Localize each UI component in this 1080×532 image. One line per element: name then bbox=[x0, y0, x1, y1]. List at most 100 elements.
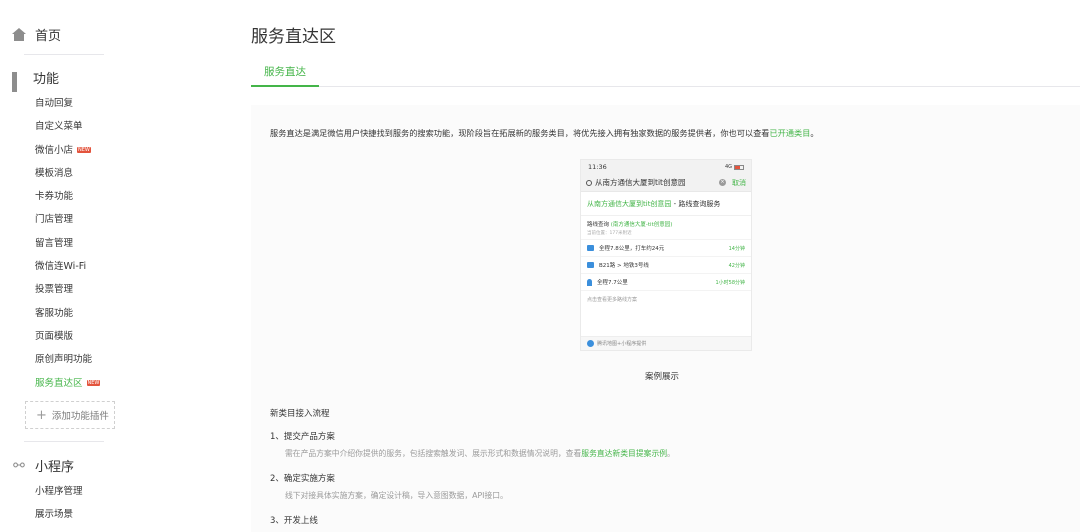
sidebar-item-label: 原创声明功能 bbox=[35, 354, 93, 366]
sidebar-item-wifi[interactable]: 微信连Wi-Fi bbox=[35, 255, 100, 278]
phone-row-text: 全程7.7公里 bbox=[597, 280, 628, 286]
phone-signal: 4G bbox=[724, 164, 732, 170]
sidebar-item-label: 自动回复 bbox=[35, 98, 74, 109]
sidebar-item-auto-reply[interactable]: 自动回复 bbox=[35, 92, 100, 115]
step-title: 3、开发上线 bbox=[270, 516, 318, 526]
sidebar-item-label: 投票管理 bbox=[35, 284, 74, 296]
signal-icon: 4G bbox=[725, 164, 744, 170]
sidebar-item-page-templates[interactable]: 页面模版 bbox=[35, 325, 100, 348]
phone-time: 11:36 bbox=[588, 163, 607, 171]
phone-route-row: B21路 > 地铁3号线 42分钟 bbox=[581, 256, 751, 273]
sidebar-item-label: 留言管理 bbox=[35, 237, 74, 249]
phone-card-title: 从南方通信大厦到tit创意园 - 路线查询服务 bbox=[581, 192, 751, 216]
phone-card-title-rest: - 路线查询服务 bbox=[671, 200, 721, 208]
nav-features-label: 功能 bbox=[33, 72, 60, 87]
sidebar-item-custom-menu[interactable]: 自定义菜单 bbox=[35, 115, 100, 138]
step-title: 2、确定实施方案 bbox=[270, 474, 335, 484]
sidebar-item-voting[interactable]: 投票管理 bbox=[35, 278, 100, 301]
sidebar-item-template-message[interactable]: 模板消息 bbox=[35, 162, 100, 185]
step-desc-text: 线下对接具体实施方案，确定设计稿，导入意图数据，API接口。 bbox=[285, 491, 508, 500]
sidebar-item-original-declaration[interactable]: 原创声明功能 bbox=[35, 348, 100, 371]
phone-cancel: 取消 bbox=[732, 178, 746, 187]
page-title: 服务直达区 bbox=[251, 27, 336, 47]
sidebar-item-label: 微信连Wi-Fi bbox=[35, 261, 87, 273]
sidebar-item-wechat-store[interactable]: 微信小店 NEW bbox=[35, 139, 100, 162]
feature-list: 自动回复 自定义菜单 微信小店 NEW 模板消息 卡券功能 门店管理 留言管理 微… bbox=[35, 92, 101, 395]
nav-miniprogram-label: 小程序 bbox=[35, 460, 75, 475]
new-badge: NEW bbox=[77, 147, 91, 154]
plus-icon: + bbox=[36, 407, 47, 423]
phone-query: 从南方通信大厦到tit创意园 bbox=[595, 178, 686, 187]
sidebar-item-comments[interactable]: 留言管理 bbox=[35, 232, 100, 255]
phone-status-bar: 11:36 4G bbox=[581, 160, 751, 174]
add-plugin-label: 添加功能插件 bbox=[51, 411, 109, 422]
sidebar-item-service-direct[interactable]: 服务直达区 NEW bbox=[35, 372, 101, 395]
sidebar-item-label: 展示场景 bbox=[35, 509, 74, 521]
search-icon bbox=[586, 179, 592, 186]
sidebar-item-store-management[interactable]: 门店管理 bbox=[35, 208, 100, 231]
phone-card-title-green: 从南方通信大厦到tit创意园 bbox=[587, 200, 672, 208]
phone-row-time: 14分钟 bbox=[728, 245, 745, 252]
sidebar-item-label: 卡券功能 bbox=[35, 191, 74, 203]
home-icon bbox=[12, 27, 26, 42]
sidebar-item-label: 自定义菜单 bbox=[35, 121, 83, 133]
proposal-example-link[interactable]: 服务直达新类目提案示例 bbox=[581, 449, 667, 458]
sidebar-item-label: 客服功能 bbox=[35, 307, 74, 319]
sidebar-item-customer-service[interactable]: 客服功能 bbox=[35, 302, 100, 325]
sidebar: 首页 功能 自动回复 自定义菜单 微信小店 NEW 模板消息 卡券功能 门店管理 … bbox=[0, 0, 232, 532]
nav-home[interactable]: 首页 bbox=[12, 25, 61, 44]
phone-more-routes: 点击查看更多路线方案 bbox=[581, 290, 751, 309]
sidebar-item-label: 小程序管理 bbox=[35, 486, 83, 497]
sidebar-item-label: 服务直达区 bbox=[35, 377, 83, 389]
step-desc-end: 。 bbox=[667, 449, 675, 458]
nav-miniprogram[interactable]: ⚯ 小程序 bbox=[12, 456, 75, 476]
divider bbox=[24, 441, 104, 442]
intro-end: 。 bbox=[810, 128, 819, 138]
phone-footer: 腾讯地图+小程序提供 bbox=[581, 336, 751, 350]
nav-home-label: 首页 bbox=[35, 29, 62, 44]
step-desc: 线下对接具体实施方案，确定设计稿，导入意图数据，API接口。 bbox=[285, 490, 508, 501]
flow-title: 新类目接入流程 bbox=[270, 409, 330, 419]
phone-mockup-image: 11:36 4G 从南方通信大厦到tit创意园 × 取消 从南方通信大厦到tit… bbox=[580, 159, 752, 351]
bus-icon bbox=[587, 262, 594, 268]
divider bbox=[24, 54, 104, 55]
nav-features[interactable]: 功能 bbox=[12, 68, 60, 92]
phone-route-value: (南方通信大厦-tit创意园) bbox=[610, 222, 673, 228]
sidebar-item-label: 页面模版 bbox=[35, 330, 74, 342]
phone-row-text: 全程7.8公里，打车约24元 bbox=[599, 246, 665, 252]
step-desc: 需在产品方案中介绍你提供的服务，包括搜索触发词、展示形式和数据情况说明，查看服务… bbox=[285, 448, 675, 459]
phone-row-text: B21路 > 地铁3号线 bbox=[599, 263, 649, 269]
phone-route-row: 全程7.8公里，打车约24元 14分钟 bbox=[581, 239, 751, 256]
phone-route-info: 路线查询 (南方通信大厦-tit创意园) 当前位置：177米附近 bbox=[581, 216, 751, 239]
intro-body: 服务直达是满足微信用户快捷找到服务的搜索功能，现阶段旨在拓展新的服务类目，将优先… bbox=[270, 128, 770, 138]
image-caption: 案例展示 bbox=[645, 372, 680, 382]
clear-icon: × bbox=[719, 179, 726, 186]
phone-search-bar: 从南方通信大厦到tit创意园 × 取消 bbox=[581, 174, 751, 192]
intro-text: 服务直达是满足微信用户快捷找到服务的搜索功能，现阶段旨在拓展新的服务类目，将优先… bbox=[270, 127, 819, 139]
sidebar-item-display-scenes[interactable]: 展示场景 bbox=[35, 503, 83, 526]
phone-route-label: 路线查询 bbox=[587, 222, 610, 228]
grid-icon bbox=[12, 71, 24, 92]
add-plugin-button[interactable]: + 添加功能插件 bbox=[25, 401, 115, 429]
step-desc-text: 需在产品方案中介绍你提供的服务，包括搜索触发词、展示形式和数据情况说明，查看 bbox=[285, 449, 582, 458]
step-title: 1、提交产品方案 bbox=[270, 432, 335, 442]
phone-route-sub: 当前位置：177米附近 bbox=[587, 231, 632, 236]
sidebar-item-label: 微信小店 bbox=[35, 144, 74, 156]
content-area: 服务直达是满足微信用户快捷找到服务的搜索功能，现阶段旨在拓展新的服务类目，将优先… bbox=[251, 105, 1080, 532]
phone-route-row: 全程7.7公里 1小时58分钟 bbox=[581, 273, 751, 290]
tab-bar: 服务直达 bbox=[251, 60, 1080, 87]
sidebar-item-label: 模板消息 bbox=[35, 167, 74, 179]
sidebar-item-miniprogram-management[interactable]: 小程序管理 bbox=[35, 480, 83, 503]
opened-categories-link[interactable]: 已开通类目 bbox=[769, 128, 810, 138]
taxi-icon bbox=[587, 245, 594, 251]
tab-service-direct[interactable]: 服务直达 bbox=[251, 60, 319, 87]
link-icon: ⚯ bbox=[13, 457, 25, 474]
map-logo-icon bbox=[587, 340, 594, 347]
main-panel: 服务直达区 服务直达 服务直达是满足微信用户快捷找到服务的搜索功能，现阶段旨在拓… bbox=[232, 0, 1080, 532]
walk-icon bbox=[587, 278, 592, 286]
phone-footer-text: 腾讯地图+小程序提供 bbox=[597, 341, 647, 347]
battery-icon bbox=[734, 164, 744, 170]
miniprogram-list: 小程序管理 展示场景 bbox=[35, 480, 83, 527]
sidebar-item-coupons[interactable]: 卡券功能 bbox=[35, 185, 100, 208]
phone-row-time: 42分钟 bbox=[728, 262, 745, 269]
